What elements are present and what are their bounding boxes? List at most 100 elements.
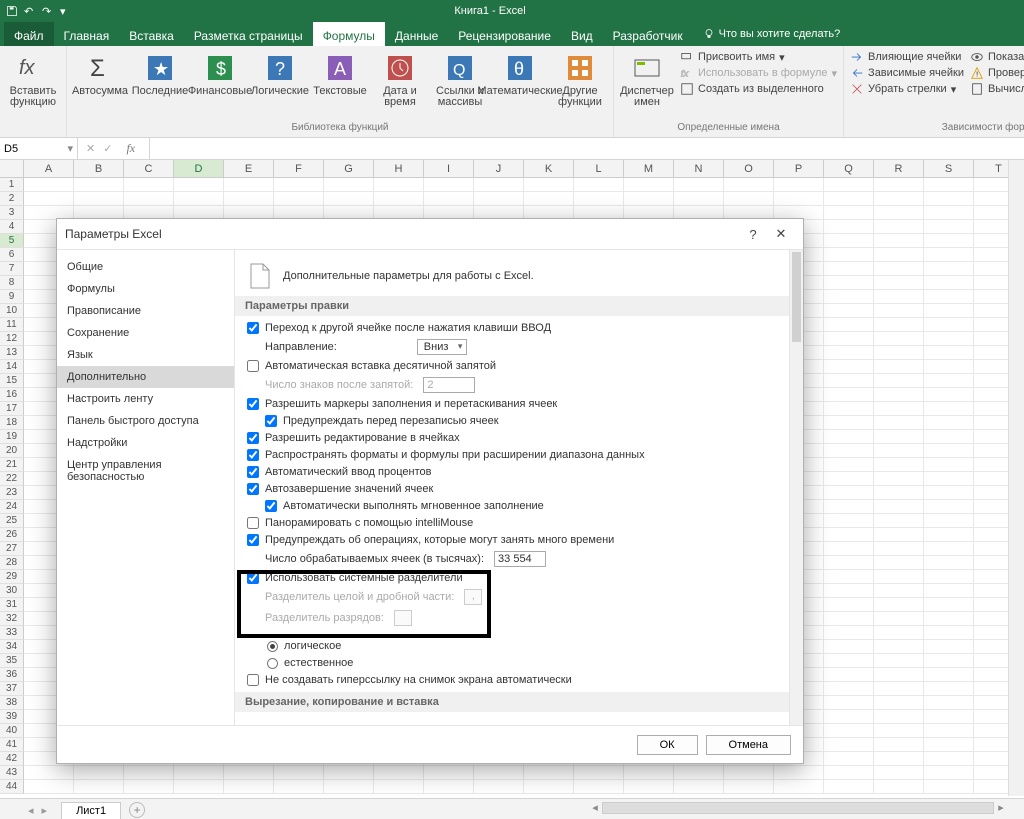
cell[interactable] [824,598,874,612]
chevron-down-icon[interactable]: ▾ [67,142,73,155]
cell[interactable] [474,192,524,206]
cell[interactable] [874,584,924,598]
tell-me[interactable]: Что вы хотите сделать? [703,22,841,46]
cell[interactable] [924,556,974,570]
cell[interactable] [924,276,974,290]
cell[interactable] [724,766,774,780]
cell[interactable] [924,458,974,472]
dialog-scrollbar[interactable] [789,250,803,725]
opt-fill-handle[interactable]: Разрешить маркеры заполнения и перетаски… [247,398,791,410]
select-all-corner[interactable] [0,160,24,177]
cell[interactable] [874,206,924,220]
cell[interactable] [274,178,324,192]
cell[interactable] [924,346,974,360]
cell[interactable] [224,192,274,206]
cell[interactable] [124,780,174,794]
cell[interactable] [824,290,874,304]
cell[interactable] [524,766,574,780]
cell[interactable] [824,374,874,388]
other-fn-button[interactable]: Другие функции [553,48,607,108]
cell[interactable] [574,766,624,780]
cell[interactable] [874,696,924,710]
row-header[interactable]: 26 [0,528,24,542]
row-header[interactable]: 8 [0,276,24,290]
horizontal-scrollbar[interactable]: ◂▸ [588,796,1008,819]
cell[interactable] [824,500,874,514]
cancel-button[interactable]: Отмена [706,735,791,755]
cell[interactable] [924,290,974,304]
cell[interactable] [374,766,424,780]
cell[interactable] [924,486,974,500]
cell[interactable] [524,192,574,206]
tab-insert[interactable]: Вставка [119,22,184,46]
cell[interactable] [874,570,924,584]
cell[interactable] [24,192,74,206]
row-header[interactable]: 28 [0,556,24,570]
row-header[interactable]: 43 [0,766,24,780]
direction-select[interactable]: Вниз [417,339,468,355]
cell[interactable] [674,192,724,206]
row-header[interactable]: 12 [0,332,24,346]
cell[interactable] [924,360,974,374]
cell[interactable] [824,318,874,332]
cell[interactable] [824,346,874,360]
row-header[interactable]: 6 [0,248,24,262]
col-header-K[interactable]: K [524,160,574,177]
cell[interactable] [874,402,924,416]
col-header-Q[interactable]: Q [824,160,874,177]
cell[interactable] [824,192,874,206]
cell[interactable] [874,374,924,388]
opt-edit-in-cell[interactable]: Разрешить редактирование в ячейках [247,432,791,444]
row-header[interactable]: 16 [0,388,24,402]
tab-file[interactable]: Файл [4,22,54,46]
lookup-button[interactable]: QСсылки и массивы [433,48,487,108]
cell[interactable] [874,248,924,262]
col-header-A[interactable]: A [24,160,74,177]
cell[interactable] [924,388,974,402]
row-header[interactable]: 33 [0,626,24,640]
eval-formula-button[interactable]: Вычислить формулу [970,82,1024,96]
cell[interactable] [824,416,874,430]
opt-auto-percent[interactable]: Автоматический ввод процентов [247,466,791,478]
cell[interactable] [874,360,924,374]
cell[interactable] [824,332,874,346]
cell[interactable] [924,206,974,220]
col-header-S[interactable]: S [924,160,974,177]
trace-dependents-button[interactable]: Зависимые ячейки [850,66,964,80]
cell[interactable] [874,486,924,500]
cell[interactable] [924,430,974,444]
cell[interactable] [924,514,974,528]
show-formulas-button[interactable]: Показать формулы [970,50,1024,64]
radio-natural[interactable]: естественное [267,657,791,669]
cell[interactable] [324,192,374,206]
undo-icon[interactable]: ↶ [24,5,36,17]
cell[interactable] [424,192,474,206]
cell[interactable] [824,360,874,374]
tab-formulas[interactable]: Формулы [313,22,385,46]
cell[interactable] [874,780,924,794]
cell[interactable] [874,514,924,528]
cell[interactable] [874,738,924,752]
col-header-C[interactable]: C [124,160,174,177]
cell[interactable] [224,178,274,192]
opt-flash-fill[interactable]: Автоматически выполнять мгновенное запол… [265,500,791,512]
row-header[interactable]: 9 [0,290,24,304]
cell[interactable] [874,640,924,654]
opt-warn-long[interactable]: Предупреждать об операциях, которые могу… [247,534,791,546]
cell[interactable] [624,178,674,192]
opt-autocomplete[interactable]: Автозавершение значений ячеек [247,483,791,495]
autosum-button[interactable]: ΣАвтосумма [73,48,127,97]
cell[interactable] [424,780,474,794]
row-header[interactable]: 21 [0,458,24,472]
text-button[interactable]: AТекстовые [313,48,367,97]
insert-function-button[interactable]: fx Вставить функцию [6,48,60,108]
fx-icon[interactable]: fx [120,141,141,156]
cell[interactable] [874,682,924,696]
cell[interactable] [924,318,974,332]
cell[interactable] [274,780,324,794]
row-header[interactable]: 2 [0,192,24,206]
cell[interactable] [824,486,874,500]
row-header[interactable]: 3 [0,206,24,220]
cell[interactable] [324,178,374,192]
row-header[interactable]: 32 [0,612,24,626]
